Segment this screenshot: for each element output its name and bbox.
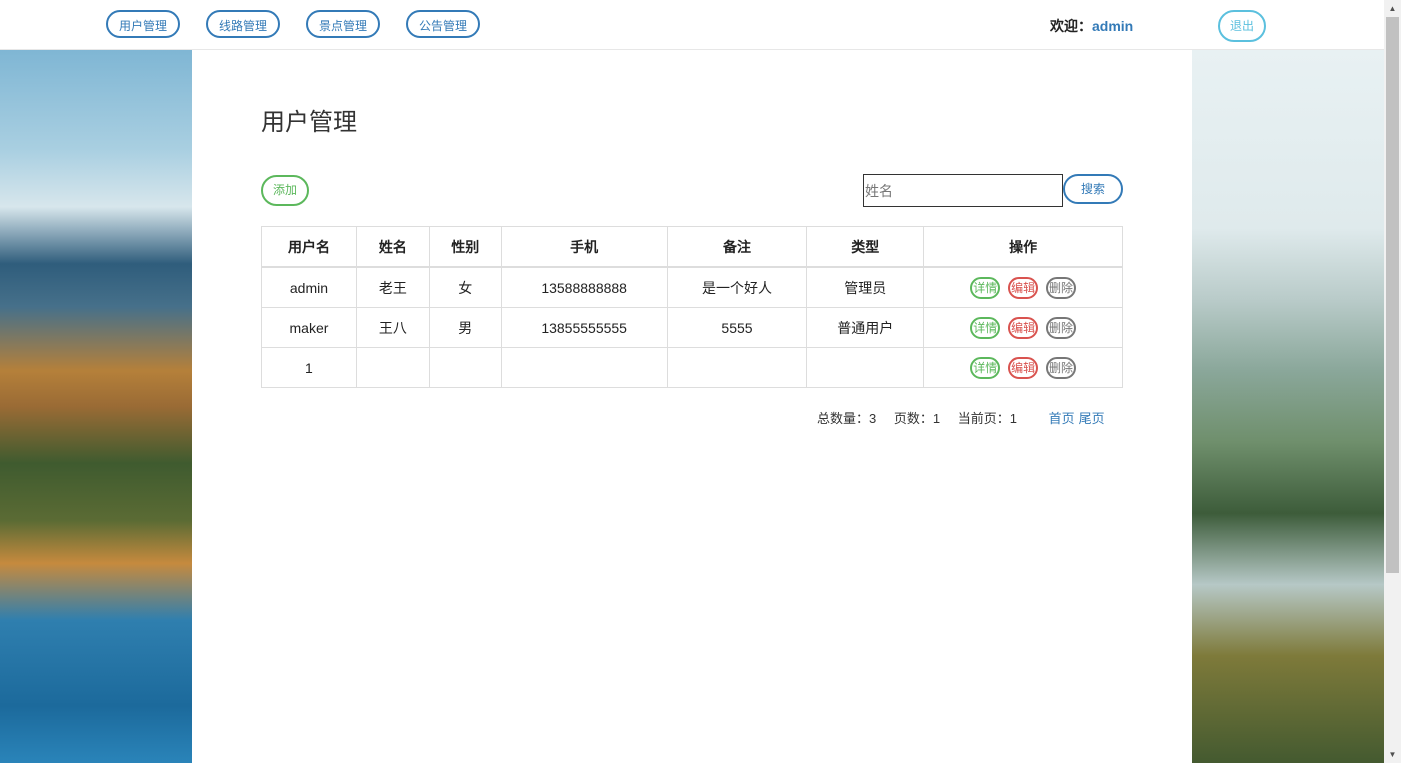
table-header-row: 用户名 姓名 性别 手机 备注 类型 操作 xyxy=(261,226,1123,268)
nav-notice-management[interactable]: 公告管理 xyxy=(406,10,481,38)
cell-type: 管理员 xyxy=(806,266,925,308)
welcome-label: 欢迎： xyxy=(1050,18,1092,34)
vertical-scrollbar[interactable]: ▲ ▼ xyxy=(1384,0,1401,763)
cell-username: 1 xyxy=(261,347,357,388)
cell-remark xyxy=(666,347,808,388)
scroll-up-arrow-icon[interactable]: ▲ xyxy=(1384,0,1401,17)
edit-button[interactable]: 编辑 xyxy=(1008,276,1039,299)
column-header: 类型 xyxy=(806,226,925,268)
edit-button[interactable]: 编辑 xyxy=(1008,356,1039,379)
content-panel: 用户管理 添加 搜索 用户名 姓名 性别 手机 备注 类型 操作 admin 老… xyxy=(192,50,1192,763)
page-title: 用户管理 xyxy=(261,109,357,136)
cell-type xyxy=(806,347,925,388)
column-header: 性别 xyxy=(428,226,502,268)
welcome-text: 欢迎：admin xyxy=(1050,16,1133,36)
column-header: 姓名 xyxy=(355,226,430,268)
column-header: 备注 xyxy=(666,226,808,268)
search-button[interactable]: 搜索 xyxy=(1063,174,1123,204)
cell-actions: 详情 编辑 删除 xyxy=(923,266,1123,308)
column-header: 操作 xyxy=(923,226,1123,268)
cell-gender xyxy=(428,347,502,388)
cell-actions: 详情 编辑 删除 xyxy=(923,347,1123,388)
cell-remark: 5555 xyxy=(666,307,808,348)
cell-gender: 男 xyxy=(428,307,502,348)
table-row: maker 王八 男 13855555555 5555 普通用户 详情 编辑 删… xyxy=(261,307,1123,348)
nav-attraction-management[interactable]: 景点管理 xyxy=(306,10,381,38)
user-table: 用户名 姓名 性别 手机 备注 类型 操作 admin 老王 女 1358888… xyxy=(261,226,1123,388)
edit-button[interactable]: 编辑 xyxy=(1008,316,1039,339)
add-user-button[interactable]: 添加 xyxy=(261,175,309,206)
background-landscape-right xyxy=(1192,50,1384,763)
pager-current: 当前页：1 xyxy=(957,411,1017,426)
pager-last-link[interactable]: 尾页 xyxy=(1079,411,1105,426)
scroll-down-arrow-icon[interactable]: ▼ xyxy=(1384,746,1401,763)
pagination: 总数量：3 页数：1 当前页：1 首页 尾页 xyxy=(817,408,1109,427)
cell-phone: 13855555555 xyxy=(500,307,668,348)
top-navbar: 用户管理 线路管理 景点管理 公告管理 欢迎：admin 退出 xyxy=(0,0,1384,50)
cell-username: maker xyxy=(261,307,357,348)
detail-button[interactable]: 详情 xyxy=(970,276,1001,299)
column-header: 用户名 xyxy=(261,226,357,268)
table-row: admin 老王 女 13588888888 是一个好人 管理员 详情 编辑 删… xyxy=(261,266,1123,308)
detail-button[interactable]: 详情 xyxy=(970,316,1001,339)
pager-pages: 页数：1 xyxy=(893,411,941,426)
cell-name xyxy=(355,347,430,388)
pager-total: 总数量：3 xyxy=(817,411,877,426)
cell-phone xyxy=(500,347,668,388)
welcome-username: admin xyxy=(1092,18,1134,34)
cell-remark: 是一个好人 xyxy=(666,266,808,308)
cell-phone: 13588888888 xyxy=(500,266,668,308)
cell-username: admin xyxy=(261,266,357,308)
cell-gender: 女 xyxy=(428,266,502,308)
cell-type: 普通用户 xyxy=(806,307,925,348)
nav-user-management[interactable]: 用户管理 xyxy=(106,10,181,38)
delete-button[interactable]: 删除 xyxy=(1046,276,1076,299)
logout-button[interactable]: 退出 xyxy=(1218,10,1266,42)
pager-first-link[interactable]: 首页 xyxy=(1049,411,1075,426)
delete-button[interactable]: 删除 xyxy=(1046,316,1076,339)
delete-button[interactable]: 删除 xyxy=(1046,356,1076,379)
table-row: 1 详情 编辑 删除 xyxy=(261,347,1123,388)
detail-button[interactable]: 详情 xyxy=(970,356,1001,379)
cell-name: 老王 xyxy=(355,266,430,308)
scrollbar-thumb[interactable] xyxy=(1386,17,1399,573)
column-header: 手机 xyxy=(500,226,668,268)
cell-actions: 详情 编辑 删除 xyxy=(923,307,1123,348)
search-input[interactable] xyxy=(863,174,1063,207)
cell-name: 王八 xyxy=(355,307,430,348)
nav-route-management[interactable]: 线路管理 xyxy=(206,10,281,38)
